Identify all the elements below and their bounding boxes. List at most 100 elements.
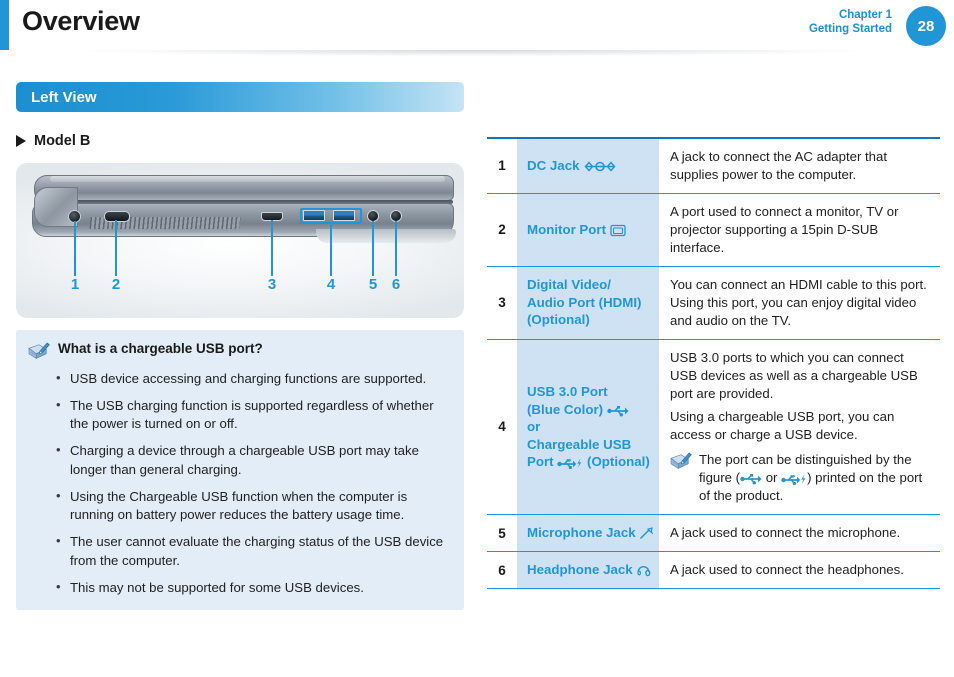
table-row: 1 DC Jack A jack to connect the AC adapt… (487, 138, 940, 194)
triangle-right-icon (16, 135, 26, 147)
subnote-text-middle: or (762, 470, 782, 486)
row-label-line: Chargeable USB (527, 436, 632, 452)
row-label: Digital Video/ Audio Port (HDMI) (Option… (517, 266, 659, 340)
figure-usb-port-1 (303, 210, 325, 221)
note-bullet: This may not be supported for some USB d… (56, 578, 450, 598)
leader-line-6 (395, 221, 397, 276)
row-label-text: Headphone Jack (527, 562, 633, 578)
figure-usb-port-2 (333, 210, 355, 221)
chargeable-usb-note-box: What is a chargeable USB port? USB devic… (16, 330, 464, 611)
table-row: 5 Microphone Jack A jack used to connect… (487, 514, 940, 552)
row-number: 2 (487, 193, 517, 267)
row-label-line: Port (Optional) (527, 453, 651, 471)
row-number: 3 (487, 266, 517, 340)
figure-callout-3: 3 (267, 276, 277, 293)
table-row: 4 USB 3.0 Port (Blue Color) or Chargeabl… (487, 339, 940, 515)
row-number: 1 (487, 138, 517, 194)
row-description: A jack used to connect the headphones. (659, 551, 940, 589)
leader-line-1 (74, 221, 76, 276)
laptop-base-front (316, 229, 456, 243)
note-bullet: USB device accessing and charging functi… (56, 369, 450, 389)
description-paragraph: A jack to connect the AC adapter that su… (670, 149, 887, 182)
figure-monitor-port (104, 211, 130, 222)
row-label: Monitor Port (517, 193, 659, 267)
note-header: What is a chargeable USB port? (28, 341, 450, 361)
page-title: Overview (22, 6, 140, 36)
header-shadow (9, 50, 939, 59)
laptop-left-view-figure: 1 2 3 4 5 6 (16, 163, 464, 318)
section-header-bar: Left View (16, 82, 464, 112)
note-pencil-icon (28, 342, 50, 359)
table-row: 2 Monitor Port A port used to connect a … (487, 193, 940, 267)
chapter-indicator: Chapter 1 Getting Started (809, 8, 892, 37)
usb-icon (607, 405, 629, 417)
figure-callout-6: 6 (391, 276, 401, 293)
row-label-suffix: (Optional) (587, 454, 650, 470)
monitor-port-icon (610, 224, 626, 237)
row-label: Microphone Jack (517, 514, 659, 552)
chargeable-usb-icon (557, 458, 582, 470)
row-label-line: Digital Video/ (527, 277, 611, 293)
description-paragraph: Using a chargeable USB port, you can acc… (670, 409, 895, 443)
row-description: A jack to connect the AC adapter that su… (659, 138, 940, 194)
page-number-badge: 28 (906, 6, 946, 46)
description-paragraph: A jack used to connect the microphone. (670, 525, 901, 541)
row-number: 6 (487, 551, 517, 589)
note-title: What is a chargeable USB port? (58, 341, 263, 356)
row-description: A port used to connect a monitor, TV or … (659, 193, 940, 267)
manual-page: Overview Chapter 1 Getting Started 28 Le… (0, 0, 954, 677)
leader-line-2 (115, 220, 117, 276)
row-label-text: DC Jack (527, 158, 580, 174)
port-spec-table-wrapper: 1 DC Jack A jack to connect the AC adapt… (487, 137, 940, 589)
table-row: 3 Digital Video/ Audio Port (HDMI) (Opti… (487, 266, 940, 340)
description-paragraph: A port used to connect a monitor, TV or … (670, 203, 899, 255)
leader-line-5 (372, 221, 374, 276)
laptop-lid-highlight (50, 176, 445, 182)
row-label-line: (Blue Color) (527, 401, 651, 419)
note-bullet: The USB charging function is supported r… (56, 396, 450, 434)
note-bullet: The user cannot evaluate the charging st… (56, 532, 450, 570)
description-paragraph: You can connect an HDMI cable to this po… (670, 276, 927, 328)
chapter-name: Getting Started (808, 23, 892, 36)
left-column: Left View Model B 1 2 3 4 5 6 What is a … (16, 82, 464, 611)
row-subnote: The port can be distinguished by the fig… (670, 451, 928, 505)
row-number: 5 (487, 514, 517, 552)
dc-jack-icon (584, 161, 616, 172)
usb-icon (740, 474, 762, 485)
row-label: Headphone Jack (517, 551, 659, 589)
leader-line-3 (271, 220, 273, 276)
header-accent-bar (0, 0, 9, 50)
microphone-icon (640, 527, 654, 540)
row-label-line: Audio Port (HDMI) (527, 294, 642, 310)
port-spec-table: 1 DC Jack A jack to connect the AC adapt… (487, 137, 940, 589)
row-label-text: Port (527, 454, 554, 470)
headphone-icon (637, 566, 651, 577)
row-label-line: or (527, 419, 541, 435)
figure-callout-4: 4 (326, 276, 336, 293)
note-pencil-icon (670, 452, 692, 470)
row-label-text: Monitor Port (527, 222, 607, 238)
row-label-text: (Blue Color) (527, 401, 604, 417)
note-bullet-list: USB device accessing and charging functi… (28, 369, 450, 598)
subnote-text: The port can be distinguished by the fig… (699, 451, 928, 505)
figure-callout-2: 2 (111, 276, 121, 293)
page-header: Overview Chapter 1 Getting Started 28 (0, 0, 954, 59)
row-description: You can connect an HDMI cable to this po… (659, 266, 940, 340)
note-bullet: Using the Chargeable USB function when t… (56, 487, 450, 525)
row-label-text: Microphone Jack (527, 525, 636, 541)
row-description: A jack used to connect the microphone. (659, 514, 940, 552)
figure-callout-5: 5 (368, 276, 378, 293)
model-heading: Model B (16, 133, 464, 149)
row-label: DC Jack (517, 138, 659, 194)
row-label-line: USB 3.0 Port (527, 384, 608, 400)
chargeable-usb-icon (781, 474, 806, 486)
row-label-line: (Optional) (527, 312, 590, 328)
figure-callout-1: 1 (70, 276, 80, 293)
description-paragraph: A jack used to connect the headphones. (670, 562, 904, 578)
row-description: USB 3.0 ports to which you can connect U… (659, 339, 940, 515)
description-paragraph: USB 3.0 ports to which you can connect U… (670, 349, 918, 401)
row-label: USB 3.0 Port (Blue Color) or Chargeable … (517, 339, 659, 515)
section-title: Left View (31, 88, 97, 106)
table-row: 6 Headphone Jack A jack used to connect … (487, 551, 940, 589)
model-label: Model B (34, 133, 91, 149)
